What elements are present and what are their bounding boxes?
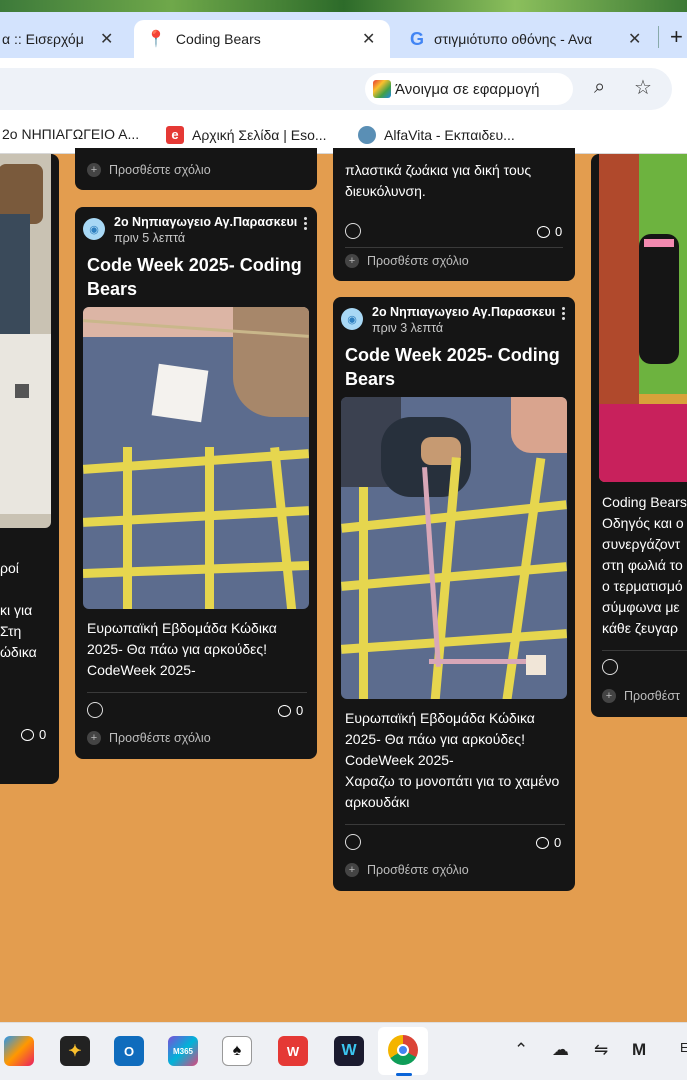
avatar: ◉ xyxy=(341,308,363,330)
app-icon xyxy=(373,80,391,98)
post-card-a[interactable]: ◉ 2ο Νηπιαγωγειο Αγ.Παρασκευι πριν 5 λεπ… xyxy=(75,207,317,759)
post-photo[interactable] xyxy=(599,154,687,482)
add-comment-row[interactable]: + Προσθέστε σχόλιο xyxy=(345,254,469,268)
add-comment-row[interactable]: + Προσθέστε σχόλιο xyxy=(87,731,211,745)
star-icon[interactable]: ☆ xyxy=(634,75,652,100)
bookmark-nipiagogeio[interactable]: 2ο ΝΗΠΙΑΓΩΓΕΙΟ Α... xyxy=(2,126,139,142)
bookmark-eso[interactable]: e Αρχική Σελίδα | Eso... xyxy=(166,126,327,144)
post-body: ροί κι για Στη ώδικα xyxy=(0,560,37,660)
post-author: 2ο Νηπιαγωγειο Αγ.Παρασκευι xyxy=(114,215,298,229)
tab-bar: α :: Εισερχόμ ✕ 📍 Coding Bears ✕ G στιγμ… xyxy=(0,12,687,58)
post-time: πριν 3 λεπτά xyxy=(372,321,444,335)
reaction-icon[interactable] xyxy=(87,702,103,718)
post-body: πλαστικά ζωάκια για δική τους διευκόλυνσ… xyxy=(345,162,532,199)
post-body: Ευρωπαϊκή Εβδομάδα Κώδικα 2025- Θα πάω γ… xyxy=(345,710,560,810)
google-icon: G xyxy=(410,28,425,49)
plus-icon: + xyxy=(345,254,359,268)
avatar: ◉ xyxy=(83,218,105,240)
cloud-icon[interactable]: ☁ xyxy=(552,1040,569,1060)
m-icon[interactable]: M xyxy=(632,1040,646,1060)
comment-count[interactable]: 0 xyxy=(278,703,303,718)
comment-icon xyxy=(278,704,291,717)
plus-icon: + xyxy=(87,731,101,745)
more-options-icon[interactable] xyxy=(562,307,566,322)
tab-divider xyxy=(658,26,659,48)
post-photo[interactable] xyxy=(341,397,567,699)
post-author: 2ο Νηπιαγωγειο Αγ.Παρασκευι xyxy=(372,305,556,319)
language-indicator[interactable]: E xyxy=(680,1040,687,1055)
comment-count[interactable]: 0 xyxy=(536,835,561,850)
more-options-icon[interactable] xyxy=(304,217,308,232)
wps-icon[interactable]: W xyxy=(278,1036,308,1066)
taskbar: ✦ O M365 ♠ W W ⌃ ☁ ⇋ M E xyxy=(0,1022,687,1080)
post-body: Ευρωπαϊκή Εβδομάδα Κώδικα 2025- Θα πάω γ… xyxy=(87,620,277,678)
search-icon[interactable]: ⌕ xyxy=(594,76,605,99)
plus-icon: + xyxy=(602,689,616,703)
post-title: Code Week 2025- Coding Bears xyxy=(345,345,560,389)
tab-screenshot-search[interactable]: G στιγμιότυπο οθόνης - Ανα ✕ xyxy=(398,20,650,58)
new-tab-button[interactable]: + xyxy=(670,24,683,50)
chevron-up-icon[interactable]: ⌃ xyxy=(514,1040,528,1060)
photos-icon[interactable] xyxy=(4,1036,34,1066)
plus-icon: + xyxy=(87,163,101,177)
add-comment-row[interactable]: + Προσθέστε σχόλιο xyxy=(87,163,211,177)
post-photo[interactable] xyxy=(83,307,309,609)
close-icon[interactable]: ✕ xyxy=(362,29,375,49)
post-card-b[interactable]: ◉ 2ο Νηπιαγωγειο Αγ.Παρασκευι πριν 3 λεπ… xyxy=(333,297,575,891)
pin-icon: 📍 xyxy=(146,31,166,48)
comment-icon xyxy=(537,225,550,238)
add-comment-row[interactable]: + Προσθέστε σχόλιο xyxy=(345,863,469,877)
settings-sliders-icon[interactable]: ⇋ xyxy=(594,1040,608,1060)
post-card-top-middle[interactable]: πλαστικά ζωάκια για δική τους διευκόλυνσ… xyxy=(333,148,575,281)
open-in-app-button[interactable]: Άνοιγμα σε εφαρμογή xyxy=(365,73,573,105)
comment-icon xyxy=(536,836,549,849)
post-card-top-left-remnant[interactable]: + Προσθέστε σχόλιο xyxy=(75,148,317,190)
post-body: Coding Bears Οδηγός και ο συνεργάζοντ στ… xyxy=(602,494,687,636)
post-photo xyxy=(0,154,51,528)
toolbar: Άνοιγμα σε εφαρμογή ⌕ ☆ xyxy=(0,58,687,118)
alfavita-icon xyxy=(358,126,376,144)
outlook-icon[interactable]: O xyxy=(114,1036,144,1066)
window-top-strip xyxy=(0,0,687,12)
post-card-left-partial[interactable]: ροί κι για Στη ώδικα 0 xyxy=(0,154,59,784)
close-icon[interactable]: ✕ xyxy=(628,29,641,49)
tab-coding-bears[interactable]: 📍 Coding Bears ✕ xyxy=(134,20,390,58)
reaction-icon[interactable] xyxy=(345,834,361,850)
close-icon[interactable]: ✕ xyxy=(100,29,113,49)
tab-inbox[interactable]: α :: Εισερχόμ ✕ xyxy=(0,20,130,58)
chrome-icon[interactable] xyxy=(388,1035,418,1065)
comment-icon xyxy=(21,728,34,741)
bookmark-alfavita[interactable]: AlfaVita - Εκπαιδευ... xyxy=(358,126,515,144)
post-time: πριν 5 λεπτά xyxy=(114,231,186,245)
comment-count[interactable]: 0 xyxy=(537,224,562,239)
plus-icon: + xyxy=(345,863,359,877)
reaction-icon[interactable] xyxy=(602,659,618,675)
webex-icon[interactable]: W xyxy=(334,1036,364,1066)
post-title: Code Week 2025- Coding Bears xyxy=(87,255,302,299)
reaction-icon[interactable] xyxy=(345,223,361,239)
m365-icon[interactable]: M365 xyxy=(168,1036,198,1066)
add-comment-row[interactable]: + Προσθέστ xyxy=(602,689,680,703)
spark-icon[interactable]: ✦ xyxy=(60,1036,90,1066)
post-card-right-partial[interactable]: Coding Bears Οδηγός και ο συνεργάζοντ στ… xyxy=(591,154,687,717)
comment-count[interactable]: 0 xyxy=(21,727,46,742)
solitaire-icon[interactable]: ♠ xyxy=(222,1036,252,1066)
active-indicator xyxy=(396,1073,412,1076)
eso-icon: e xyxy=(166,126,184,144)
